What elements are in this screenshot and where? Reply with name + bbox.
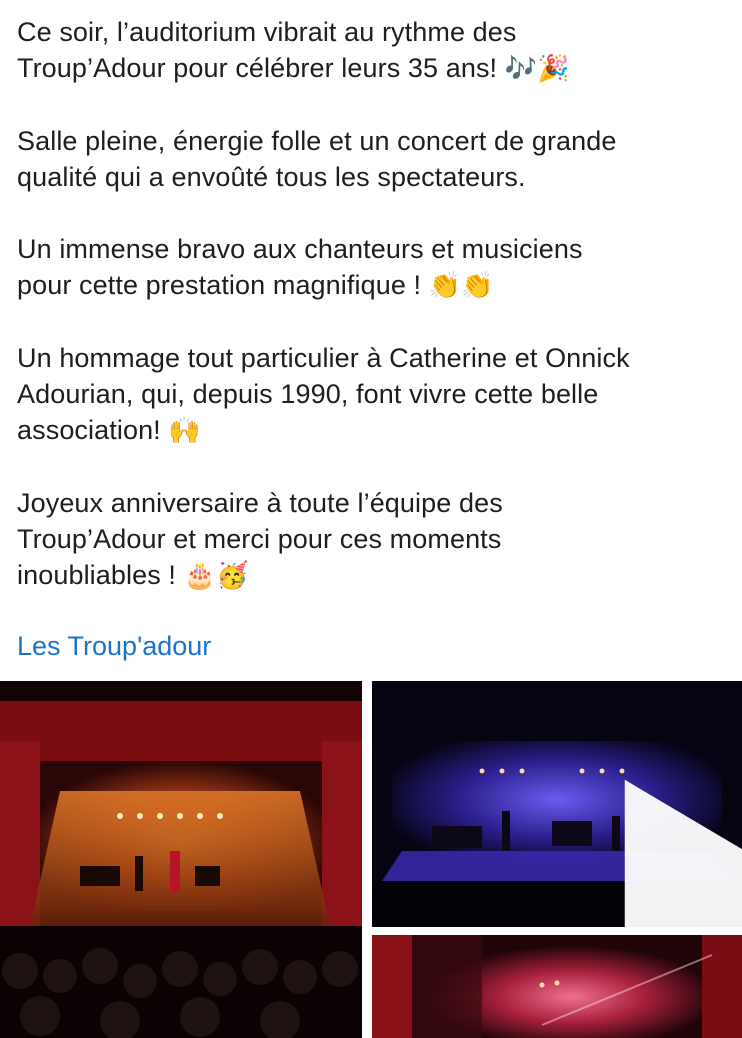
play-icon[interactable] [532, 771, 742, 927]
concert-photo-main[interactable] [0, 681, 362, 1038]
post-paragraph: Ce soir, l’auditorium vibrait au rythme … [17, 14, 732, 87]
cake-party-emoji: 🎂🥳 [183, 561, 249, 591]
paragraph-line: association! [17, 415, 169, 445]
post-paragraph: Salle pleine, énergie folle et un concer… [17, 123, 732, 195]
concert-video-thumbnail[interactable] [372, 681, 742, 927]
paragraph-line: Troup’Adour et merci pour ces moments [17, 524, 502, 554]
paragraph-line: Ce soir, l’auditorium vibrait au rythme … [17, 17, 517, 47]
paragraph-line: Adourian, qui, depuis 1990, font vivre c… [17, 379, 599, 409]
paragraph-line: Joyeux anniversaire à toute l’équipe des [17, 488, 503, 518]
paragraph-line: Un hommage tout particulier à Catherine … [17, 343, 630, 373]
raised-hands-emoji: 🙌 [168, 416, 201, 446]
post-paragraph: Un hommage tout particulier à Catherine … [17, 340, 732, 449]
concert-photo-image [372, 935, 742, 1038]
post-paragraph: Un immense bravo aux chanteurs et musici… [17, 231, 732, 304]
paragraph-line: inoubliables ! [17, 560, 184, 590]
concert-photo-image [0, 681, 362, 1038]
paragraph-line: Un immense bravo aux chanteurs et musici… [17, 234, 583, 264]
music-party-emoji: 🎶🎉 [504, 54, 570, 84]
concert-photo-secondary[interactable] [372, 935, 742, 1038]
tagged-page-link[interactable]: Les Troup'adour [17, 628, 211, 664]
paragraph-line: pour cette prestation magnifique ! [17, 270, 429, 300]
paragraph-line: Troup’Adour pour célébrer leurs 35 ans! [17, 53, 505, 83]
paragraph-line: Salle pleine, énergie folle et un concer… [17, 126, 617, 156]
clapping-emoji: 👏👏 [428, 271, 494, 301]
paragraph-line: qualité qui a envoûté tous les spectateu… [17, 162, 526, 192]
post-text: Ce soir, l’auditorium vibrait au rythme … [17, 14, 732, 594]
post-paragraph: Joyeux anniversaire à toute l’équipe des… [17, 485, 732, 594]
